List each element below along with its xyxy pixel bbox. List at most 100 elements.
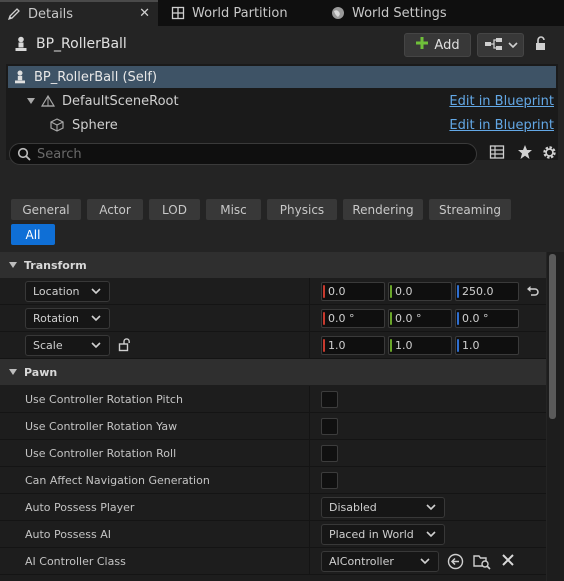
property-list: Transform Location 0.0 0.0 250.0 Rotatio…: [0, 252, 546, 581]
blueprint-options-button[interactable]: [477, 33, 524, 57]
blueprint-hierarchy-icon: [484, 37, 504, 54]
tree-item-self-label: BP_RollerBall (Self): [34, 69, 158, 85]
property-use-controller-rotation-yaw: Use Controller Rotation Yaw: [0, 413, 546, 440]
lock-icon[interactable]: [534, 36, 548, 54]
tab-world-settings[interactable]: World Settings: [324, 0, 447, 26]
rotation-z-field[interactable]: 0.0 °: [455, 309, 519, 328]
filter-rendering[interactable]: Rendering: [343, 199, 423, 220]
column-divider: [309, 332, 310, 359]
property-scale: Scale 1.0 1.0 1.0: [0, 332, 546, 359]
filter-misc[interactable]: Misc: [206, 199, 261, 220]
location-mode-dropdown[interactable]: Location: [25, 281, 110, 302]
close-icon[interactable]: ✕: [139, 6, 150, 21]
rotation-mode-dropdown[interactable]: Rotation: [25, 308, 110, 329]
location-x-field[interactable]: 0.0: [321, 282, 385, 301]
property-label: AI Controller Class: [25, 555, 126, 568]
star-icon[interactable]: [517, 144, 533, 163]
dropdown-value: Placed in World: [329, 528, 414, 541]
browse-asset-icon[interactable]: [473, 553, 491, 573]
scale-mode-dropdown[interactable]: Scale: [25, 335, 110, 356]
auto-possess-ai-dropdown[interactable]: Placed in World: [321, 524, 445, 545]
static-mesh-icon: [50, 118, 64, 132]
table-view-icon[interactable]: [489, 144, 505, 163]
pawn-icon: [14, 70, 26, 84]
tab-world-partition[interactable]: World Partition: [164, 0, 288, 26]
column-divider: [309, 494, 310, 521]
tree-item-defaultsceneroot[interactable]: DefaultSceneRoot Edit in Blueprint: [8, 90, 556, 112]
globe-icon: [330, 5, 346, 21]
category-pawn-label: Pawn: [24, 365, 58, 379]
tree-item-defaultsceneroot-label: DefaultSceneRoot: [62, 93, 179, 109]
gear-icon[interactable]: [541, 144, 558, 164]
chevron-down-icon: [91, 286, 101, 299]
category-transform[interactable]: Transform: [0, 252, 546, 278]
scene-component-icon: [40, 94, 56, 108]
chevron-down-icon: [426, 529, 436, 542]
chevron-down-icon: [426, 502, 436, 515]
property-rotation: Rotation 0.0 ° 0.0 ° 0.0 °: [0, 305, 546, 332]
scale-y-field[interactable]: 1.0: [388, 336, 452, 355]
pawn-icon: [14, 36, 28, 55]
auto-possess-player-dropdown[interactable]: Disabled: [321, 497, 445, 518]
tree-item-sphere[interactable]: Sphere Edit in Blueprint: [8, 114, 556, 136]
chevron-down-icon: [8, 259, 18, 272]
rotation-y-field[interactable]: 0.0 °: [388, 309, 452, 328]
filter-actor[interactable]: Actor: [87, 199, 143, 220]
unlock-icon[interactable]: [118, 338, 132, 355]
filter-lod[interactable]: LOD: [149, 199, 200, 220]
property-use-controller-rotation-pitch: Use Controller Rotation Pitch: [0, 386, 546, 413]
scale-x-field[interactable]: 1.0: [321, 336, 385, 355]
use-roll-checkbox[interactable]: [321, 445, 338, 462]
property-label: Use Controller Rotation Yaw: [25, 420, 178, 433]
tab-details-label: Details: [28, 6, 74, 22]
search-icon: [17, 147, 31, 161]
rotation-x-field[interactable]: 0.0 °: [321, 309, 385, 328]
edit-in-blueprint-link[interactable]: Edit in Blueprint: [449, 118, 554, 133]
search-box[interactable]: [9, 143, 477, 165]
tree-item-sphere-label: Sphere: [72, 117, 118, 133]
tree-item-self[interactable]: BP_RollerBall (Self): [8, 66, 556, 88]
filter-physics[interactable]: Physics: [267, 199, 337, 220]
scale-z-field[interactable]: 1.0: [455, 336, 519, 355]
plus-icon: [415, 36, 429, 54]
filter-general[interactable]: General: [11, 199, 81, 220]
dropdown-value: AIController: [329, 555, 394, 568]
property-auto-possess-player: Auto Possess Player Disabled: [0, 494, 546, 521]
column-divider: [309, 440, 310, 467]
chevron-down-icon: [91, 313, 101, 326]
tab-details[interactable]: Details ✕: [0, 0, 158, 26]
use-selected-icon[interactable]: [447, 553, 464, 573]
clear-icon[interactable]: [501, 553, 515, 570]
edit-in-blueprint-link[interactable]: Edit in Blueprint: [449, 94, 554, 109]
expand-arrow-icon[interactable]: [26, 97, 36, 105]
ai-controller-class-dropdown[interactable]: AIController: [321, 551, 439, 572]
location-z-field[interactable]: 250.0: [455, 282, 519, 301]
column-divider: [309, 278, 310, 305]
property-use-controller-rotation-roll: Use Controller Rotation Roll: [0, 440, 546, 467]
actor-name: BP_RollerBall: [36, 36, 127, 52]
reset-to-default-icon[interactable]: [526, 285, 540, 300]
property-label: Use Controller Rotation Roll: [25, 447, 177, 460]
filter-all[interactable]: All: [11, 224, 55, 245]
chevron-down-icon: [91, 340, 101, 353]
actor-header: BP_RollerBall Add: [0, 26, 564, 64]
use-yaw-checkbox[interactable]: [321, 418, 338, 435]
chevron-down-icon: [8, 366, 18, 379]
category-pawn[interactable]: Pawn: [0, 359, 546, 385]
column-divider: [309, 386, 310, 413]
column-divider: [309, 548, 310, 575]
can-affect-nav-checkbox[interactable]: [321, 472, 338, 489]
add-component-button[interactable]: Add: [404, 33, 471, 57]
use-pitch-checkbox[interactable]: [321, 391, 338, 408]
scrollbar-thumb[interactable]: [549, 254, 556, 419]
filter-streaming[interactable]: Streaming: [429, 199, 511, 220]
property-ai-controller-class: AI Controller Class AIController: [0, 548, 546, 575]
search-input[interactable]: [37, 146, 457, 162]
column-divider: [309, 413, 310, 440]
chevron-down-icon: [420, 556, 430, 569]
chevron-down-icon: [507, 38, 518, 52]
property-auto-possess-ai: Auto Possess AI Placed in World: [0, 521, 546, 548]
property-label: Can Affect Navigation Generation: [25, 474, 210, 487]
pencil-icon: [6, 6, 22, 22]
location-y-field[interactable]: 0.0: [388, 282, 452, 301]
